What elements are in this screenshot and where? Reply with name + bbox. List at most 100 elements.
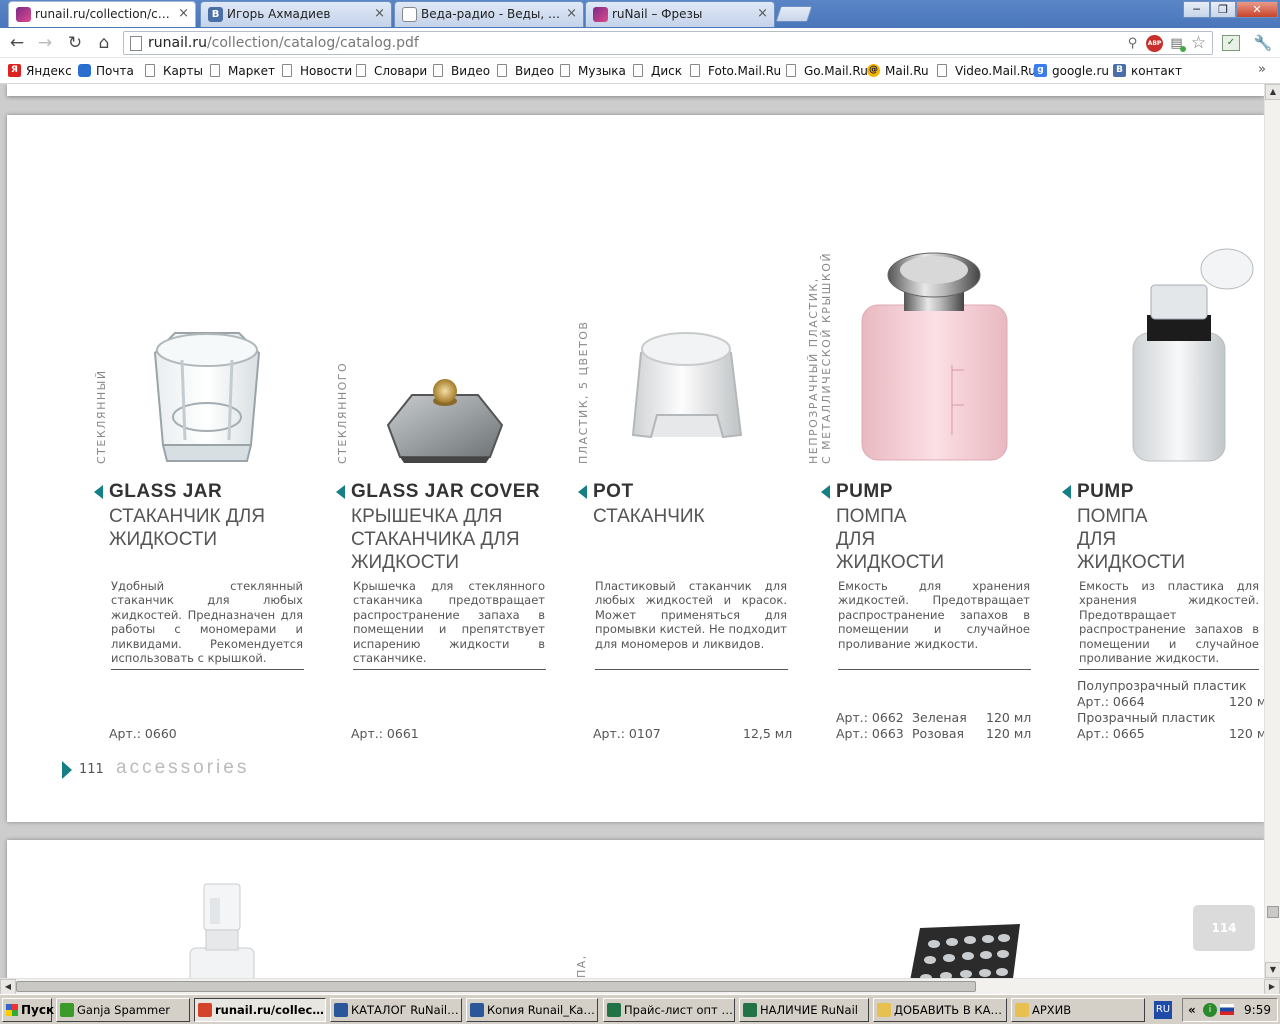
vertical-category-label: стеклянный	[95, 369, 108, 464]
divider-line	[838, 669, 1031, 670]
tab-runail-frezy[interactable]: ruNail – Фрезы ×	[585, 1, 775, 27]
forward-button[interactable]: →	[34, 32, 56, 54]
page-icon	[633, 64, 643, 77]
article-number: Арт.: 0662	[836, 710, 904, 725]
bookmark-item[interactable]: Bконтакт	[1113, 63, 1182, 79]
taskbar-item[interactable]: Прайс-лист опт 10...	[603, 998, 735, 1022]
taskbar-item[interactable]: АРХИВ	[1011, 998, 1145, 1022]
ya-icon: Я	[8, 64, 21, 77]
bookmark-item[interactable]: Video.Mail.Ru	[937, 63, 1036, 79]
bookmark-label: Карты	[163, 64, 203, 78]
bookmark-item[interactable]: Видео	[433, 63, 490, 79]
product-subtitle: СТАКАНЧИК ДЛЯ ЖИДКОСТИ	[109, 506, 265, 550]
horizontal-scrollbar[interactable]: ◀ ▶	[0, 978, 1280, 995]
taskbar-item[interactable]: НАЛИЧИЕ RuNail	[739, 998, 869, 1022]
horizontal-scroll-thumb[interactable]	[16, 981, 976, 992]
tab-runail-catalog[interactable]: runail.ru/collection/catalog/c ×	[8, 1, 196, 27]
taskbar-item-label: runail.ru/collecti...	[215, 1003, 326, 1017]
article-number: Арт.: 0664	[1077, 694, 1145, 709]
vertical-scroll-thumb[interactable]	[1267, 906, 1279, 918]
bookmark-item[interactable]: Go.Mail.Ru	[786, 63, 868, 79]
palette-image	[910, 924, 1020, 978]
taskbar-item-label: Ganja Spammer	[77, 1003, 170, 1017]
bookmark-item[interactable]: Я Яндекс	[8, 63, 72, 79]
bookmark-item[interactable]: Новости	[282, 63, 352, 79]
info-icon[interactable]: i	[1203, 1003, 1217, 1017]
pdf-page-next: па,	[7, 840, 1264, 978]
flag-icon[interactable]	[1220, 1004, 1234, 1015]
adblock-plus-icon[interactable]: ABP	[1146, 35, 1163, 52]
wrench-menu-icon[interactable]: 🔧	[1252, 34, 1274, 54]
article-variant: Розовая	[912, 726, 965, 741]
reload-button[interactable]: ↻	[64, 32, 86, 54]
pdf-viewer[interactable]: стеклянный GLASS JAR СТАКАНЧИК ДЛЯ ЖИДКОСТ…	[0, 84, 1264, 978]
divider-line	[1079, 669, 1259, 670]
close-window-button[interactable]: ✕	[1236, 1, 1278, 18]
url-text[interactable]: runail.ru/collection/catalog/catalog.pdf	[148, 32, 419, 54]
taskbar-item[interactable]: runail.ru/collecti...	[194, 998, 326, 1022]
bookmark-item[interactable]: Видео	[497, 63, 554, 79]
taskbar-item[interactable]: ДОБАВИТЬ В КАТА...	[873, 998, 1007, 1022]
bookmark-item[interactable]: Музыка	[560, 63, 626, 79]
title-arrow-icon	[94, 485, 103, 499]
vertical-category-label: стеклянного	[336, 361, 349, 464]
product-title: POT	[578, 481, 634, 503]
vertical-scrollbar[interactable]: ▲ ▼	[1264, 84, 1280, 978]
divider-line	[595, 669, 788, 670]
taskbar-item[interactable]: Копия Runail_Katal...	[466, 998, 598, 1022]
scroll-down-arrow-icon[interactable]: ▼	[1265, 962, 1280, 978]
app-icon	[743, 1003, 757, 1017]
plastic-pot-image	[631, 332, 743, 439]
vk-icon: B	[1113, 64, 1126, 77]
taskbar-item[interactable]: КАТАЛОГ RuNail 2...	[330, 998, 462, 1022]
divider-line	[353, 669, 546, 670]
mail-icon	[78, 64, 91, 77]
restore-button[interactable]: ❐	[1210, 1, 1236, 18]
product-title-text: GLASS JAR COVER	[351, 481, 541, 502]
extension-icon[interactable]: ✓	[1222, 35, 1240, 51]
more-bookmarks-icon[interactable]: »	[1258, 62, 1266, 77]
minimize-button[interactable]: ─	[1183, 1, 1210, 18]
close-tab-icon[interactable]: ×	[178, 2, 189, 26]
address-bar[interactable]: runail.ru/collection/catalog/catalog.pdf…	[123, 31, 1213, 55]
home-button[interactable]: ⌂	[93, 32, 115, 54]
tray-expand-icon[interactable]: «	[1188, 999, 1196, 1021]
bookmark-item[interactable]: Словари	[356, 63, 427, 79]
close-tab-icon[interactable]: ×	[374, 2, 385, 26]
close-tab-icon[interactable]: ×	[757, 2, 768, 26]
tab-title: Веда-радио - Веды, Астрол	[421, 7, 584, 21]
start-button[interactable]: Пуск	[2, 998, 54, 1022]
bookmark-item[interactable]: @ Mail.Ru	[867, 63, 929, 79]
title-arrow-icon	[578, 485, 587, 499]
page-icon	[560, 64, 570, 77]
new-tab-button[interactable]	[775, 6, 813, 22]
page-icon	[210, 64, 220, 77]
windows-taskbar: Пуск Ganja Spammer runail.ru/collecti... К…	[0, 994, 1280, 1024]
bookmark-star-icon[interactable]: ☆	[1190, 35, 1207, 52]
scroll-left-arrow-icon[interactable]: ◀	[0, 979, 16, 995]
bookmark-item[interactable]: Foto.Mail.Ru	[690, 63, 781, 79]
close-tab-icon[interactable]: ×	[566, 2, 577, 26]
bookmark-item[interactable]: Маркет	[210, 63, 275, 79]
product-title-text: POT	[593, 481, 634, 502]
pdf-page: стеклянный GLASS JAR СТАКАНЧИК ДЛЯ ЖИДКОСТ…	[7, 115, 1264, 822]
page-icon	[130, 36, 142, 51]
tab-veda-radio[interactable]: Веда-радио - Веды, Астрол ×	[394, 1, 584, 27]
bookmark-item[interactable]: Почта	[78, 63, 134, 79]
app-icon	[198, 1003, 212, 1017]
scroll-up-arrow-icon[interactable]: ▲	[1265, 84, 1280, 100]
search-icon[interactable]: ⚲	[1124, 35, 1141, 52]
bookmark-item[interactable]: g google.ru	[1034, 63, 1109, 79]
tab-vk-profile[interactable]: B Игорь Ахмадиев ×	[200, 1, 392, 27]
back-button[interactable]: ←	[6, 32, 28, 54]
language-indicator[interactable]: RU	[1154, 1001, 1172, 1019]
bookmark-label: Маркет	[228, 64, 275, 78]
bookmark-label: Видео	[451, 64, 491, 78]
bookmark-item[interactable]: Карты	[145, 63, 203, 79]
taskbar-item[interactable]: Ganja Spammer	[56, 998, 190, 1022]
article-number: Полупрозрачный пластик	[1077, 678, 1247, 693]
bookmark-item[interactable]: Диск	[633, 63, 682, 79]
article-variant: Зеленая	[912, 710, 967, 725]
scroll-right-arrow-icon[interactable]: ▶	[1264, 979, 1280, 995]
product-title: PUMP	[821, 481, 893, 503]
